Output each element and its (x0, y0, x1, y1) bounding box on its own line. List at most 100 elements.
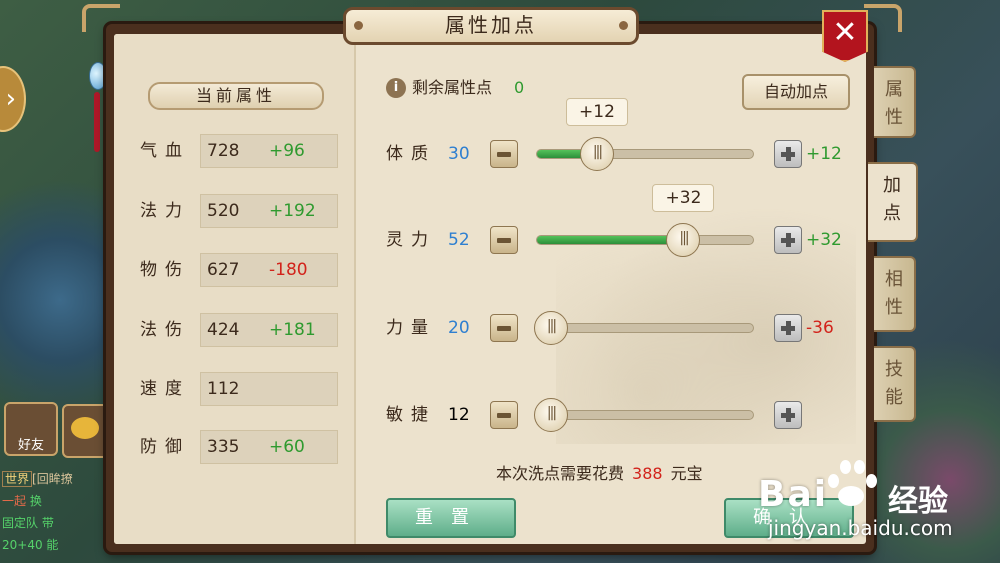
minus-button[interactable] (490, 226, 518, 254)
tab-0[interactable]: 属性 (874, 66, 916, 138)
chat-line: 一起 换 (2, 494, 42, 508)
friend-button[interactable]: 好友 (4, 402, 58, 456)
stat-value: 627 (207, 260, 240, 280)
slider-knob[interactable] (580, 137, 614, 171)
stat-value: 728 (207, 141, 240, 161)
panel-corner-ornament (864, 4, 902, 32)
chat-line: 世界 [回眸撩 (2, 468, 108, 490)
panel-title: 属性加点 (343, 7, 639, 45)
stat-row: 防御 335 +60 (140, 430, 346, 464)
stat-bonus: +60 (269, 437, 305, 457)
stat-label: 气血 (140, 141, 190, 161)
stat-row: 法力 520 +192 (140, 194, 346, 228)
chat-line: 固定队 带 (2, 516, 54, 530)
attribute-slider-track[interactable] (536, 235, 754, 245)
stat-row: 法伤 424 +181 (140, 313, 346, 347)
attribute-name: 灵力 (386, 230, 436, 250)
panel-corner-ornament (82, 4, 120, 32)
chat-line: 20+40 能 (2, 538, 59, 552)
jade-pendant-icon (87, 40, 107, 152)
stat-row: 物伤 627 -180 (140, 253, 346, 287)
reset-button[interactable]: 重置 (386, 498, 516, 538)
plus-button[interactable] (774, 140, 802, 168)
stat-value: 520 (207, 201, 240, 221)
stat-value-box: 520 +192 (200, 194, 338, 228)
attribute-delta: +32 (806, 230, 842, 250)
stat-label: 防御 (140, 437, 190, 457)
attribute-value: 12 (448, 405, 470, 425)
info-icon[interactable]: i (386, 78, 406, 98)
current-attributes-header: 当前属性 (148, 82, 324, 110)
stat-label: 速度 (140, 379, 190, 399)
stat-label: 物伤 (140, 260, 190, 280)
minus-button[interactable] (490, 140, 518, 168)
attribute-value: 52 (448, 230, 470, 250)
attribute-row: 灵力 52 +32 +32 (386, 184, 856, 260)
plus-button[interactable] (774, 314, 802, 342)
tab-3[interactable]: 技能 (874, 346, 916, 422)
stat-label: 法伤 (140, 320, 190, 340)
tab-label: 属性 (885, 79, 903, 128)
stat-row: 速度 112 (140, 372, 346, 406)
stat-label: 法力 (140, 201, 190, 221)
slider-knob[interactable] (534, 398, 568, 432)
paw-logo-icon (822, 456, 878, 510)
attribute-delta: +12 (806, 144, 842, 164)
attribute-slider-track[interactable] (536, 323, 754, 333)
attribute-slider-track[interactable] (536, 149, 754, 159)
attribute-value: 20 (448, 318, 470, 338)
attribute-name: 敏捷 (386, 405, 436, 425)
remaining-points-label: 剩余属性点 (412, 78, 493, 97)
attribute-value: 30 (448, 144, 470, 164)
chat-icon[interactable] (62, 404, 110, 458)
attribute-name: 体质 (386, 144, 436, 164)
attribute-name: 力量 (386, 318, 436, 338)
attribute-row: 敏捷 12 (386, 395, 856, 435)
auto-allocate-button[interactable]: 自动加点 (742, 74, 850, 110)
cost-prefix: 本次洗点需要花费 (496, 464, 625, 483)
watermark-url: jingyan.baidu.com (768, 516, 953, 540)
stat-value-box: 627 -180 (200, 253, 338, 287)
stat-value: 112 (207, 379, 240, 399)
cost-value: 388 (632, 464, 663, 483)
minus-button[interactable] (490, 401, 518, 429)
minus-button[interactable] (490, 314, 518, 342)
stat-bonus: +192 (269, 201, 316, 221)
attribute-delta: -36 (806, 318, 834, 338)
slider-value-bubble: +32 (652, 184, 715, 212)
stat-value-box: 335 +60 (200, 430, 338, 464)
stat-value-box: 112 (200, 372, 338, 406)
reset-cost-text: 本次洗点需要花费 388 元宝 (496, 462, 703, 486)
slider-value-bubble: +12 (566, 98, 628, 126)
plus-button[interactable] (774, 401, 802, 429)
current-attributes-column: 当前属性 气血 728 +96 法力 520 +192 物伤 627 -180 法伤 424 +181… (114, 34, 356, 544)
baidu-watermark: Bai 经验 jingyan.baidu.com (738, 456, 1000, 556)
attribute-slider-track[interactable] (536, 410, 754, 420)
chat-log[interactable]: 世界 [回眸撩 一起 换 固定队 带 20+40 能 (2, 468, 108, 556)
tab-label: 加点 (883, 175, 901, 224)
cost-unit: 元宝 (670, 464, 703, 483)
tab-1[interactable]: 加点 (868, 162, 918, 242)
attribute-row: 体质 30 +12 +12 (386, 98, 856, 174)
stat-value: 424 (207, 320, 240, 340)
friend-label: 好友 (17, 438, 44, 453)
remaining-points-value: 0 (514, 78, 525, 97)
stat-value-box: 424 +181 (200, 313, 338, 347)
slider-knob[interactable] (666, 223, 701, 257)
stat-value: 335 (207, 437, 240, 457)
tab-label: 技能 (885, 359, 903, 408)
watermark-brand: Bai (758, 474, 829, 515)
stat-value-box: 728 +96 (200, 134, 338, 168)
slider-knob[interactable] (534, 311, 568, 345)
stat-bonus: +181 (269, 320, 316, 340)
stat-bonus: -180 (269, 260, 308, 280)
tab-2[interactable]: 相性 (874, 256, 916, 332)
stat-bonus: +96 (269, 141, 305, 161)
watermark-brand-cn: 经验 (888, 484, 948, 519)
attribute-row: 力量 20 -36 (386, 308, 856, 348)
slider-fill (537, 236, 687, 244)
stat-row: 气血 728 +96 (140, 134, 346, 168)
plus-button[interactable] (774, 226, 802, 254)
close-button[interactable]: ✕ (822, 10, 868, 62)
tab-label: 相性 (885, 269, 903, 318)
